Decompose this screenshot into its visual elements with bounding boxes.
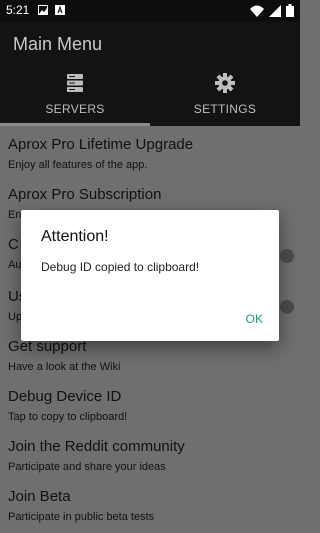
- list-item-subtitle: Tap to copy to clipboard!: [8, 411, 128, 423]
- list-item-title: Debug Device ID: [8, 388, 122, 405]
- dialog-message: Debug ID copied to clipboard!: [41, 260, 200, 274]
- status-time: 5:21: [6, 3, 30, 17]
- dialog-title: Attention!: [41, 228, 109, 245]
- status-bar: 5:21: [0, 0, 300, 22]
- image-notification-icon: [38, 5, 48, 15]
- gear-icon: [215, 73, 235, 93]
- list-item-subtitle: Participate and share your ideas: [8, 461, 166, 473]
- list-item-subtitle: Enjoy all features of the app.: [8, 159, 148, 171]
- list-item[interactable]: Aprox Pro Lifetime Upgrade Enjoy all fea…: [8, 136, 288, 171]
- tab-settings-label: SETTINGS: [193, 102, 257, 116]
- tab-servers[interactable]: SERVERS: [0, 72, 150, 126]
- list-item[interactable]: Debug Device ID Tap to copy to clipboard…: [8, 388, 288, 423]
- list-item-title: Aprox Pro Lifetime Upgrade: [8, 136, 194, 153]
- tab-servers-label: SERVERS: [45, 102, 105, 116]
- list-item[interactable]: Get support Have a look at the Wiki: [8, 338, 288, 373]
- toggle-switch[interactable]: [280, 249, 294, 263]
- ok-button[interactable]: OK: [246, 312, 263, 326]
- list-item-title: Aprox Pro Subscription: [8, 186, 162, 203]
- list-item-subtitle: Participate in public beta tests: [8, 511, 155, 523]
- page-title: Main Menu: [13, 34, 103, 54]
- wifi-icon: [250, 5, 264, 17]
- list-item[interactable]: Join Beta Participate in public beta tes…: [8, 488, 288, 523]
- servers-icon: [67, 74, 83, 92]
- list-item-title: Join Beta: [8, 488, 71, 505]
- cell-signal-icon: [269, 4, 281, 17]
- list-item-subtitle: Have a look at the Wiki: [8, 361, 121, 373]
- tab-settings[interactable]: SETTINGS: [150, 72, 300, 126]
- app-notification-icon: [55, 5, 65, 15]
- list-item[interactable]: Join the Reddit community Participate an…: [8, 438, 288, 473]
- toggle-switch[interactable]: [280, 300, 294, 314]
- list-item-title: Join the Reddit community: [8, 438, 185, 455]
- battery-icon: [286, 4, 294, 17]
- app-bar: Main Menu SERVERS SETTINGS: [0, 22, 300, 126]
- alert-dialog: Attention! Debug ID copied to clipboard!…: [21, 210, 279, 341]
